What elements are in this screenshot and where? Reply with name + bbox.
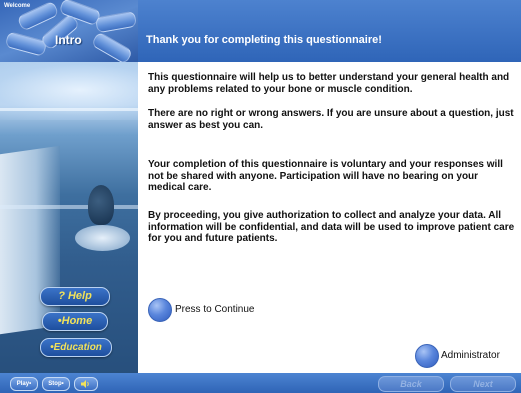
- section-title: Intro: [55, 33, 82, 47]
- administrator-button[interactable]: [415, 344, 439, 368]
- voluntary-paragraph: Your completion of this questionnaire is…: [148, 159, 503, 193]
- administrator-label[interactable]: Administrator: [441, 350, 500, 361]
- authorization-paragraph: By proceeding, you give authorization to…: [148, 210, 515, 244]
- speaker-icon[interactable]: [74, 377, 98, 391]
- continue-button[interactable]: [148, 298, 172, 322]
- back-button[interactable]: Back: [378, 376, 444, 392]
- continue-label[interactable]: Press to Continue: [175, 304, 255, 315]
- potted-plant: [88, 185, 114, 225]
- home-button[interactable]: •Home: [42, 312, 108, 331]
- pill-graphic: [90, 31, 134, 62]
- help-button[interactable]: ? Help: [40, 287, 110, 306]
- header-bar: Thank you for completing this questionna…: [138, 0, 521, 62]
- logo-text: Welcome: [4, 3, 31, 9]
- pill-graphic: [94, 10, 138, 34]
- logo-area: Welcome Intro: [0, 0, 138, 62]
- horizon-line: [0, 108, 138, 111]
- content-panel: This questionnaire will help us to bette…: [138, 62, 521, 373]
- sky-glow: [0, 60, 138, 120]
- play-button[interactable]: Play•: [10, 377, 38, 391]
- education-button[interactable]: •Education: [40, 338, 112, 357]
- stop-button[interactable]: Stop•: [42, 377, 70, 391]
- intro-paragraph: This questionnaire will help us to bette…: [148, 72, 510, 95]
- terrace-railing: [0, 205, 138, 209]
- app-window: Welcome Intro Thank you for completing t…: [0, 0, 521, 393]
- terrace-table: [75, 225, 130, 251]
- bottom-bar: Play• Stop• Back Next: [0, 373, 521, 393]
- next-button[interactable]: Next: [450, 376, 516, 392]
- speaker-icon-glyph: [81, 380, 89, 388]
- pill-graphic: [4, 31, 48, 57]
- page-title: Thank you for completing this questionna…: [146, 34, 382, 46]
- answers-paragraph: There are no right or wrong answers. If …: [148, 108, 514, 131]
